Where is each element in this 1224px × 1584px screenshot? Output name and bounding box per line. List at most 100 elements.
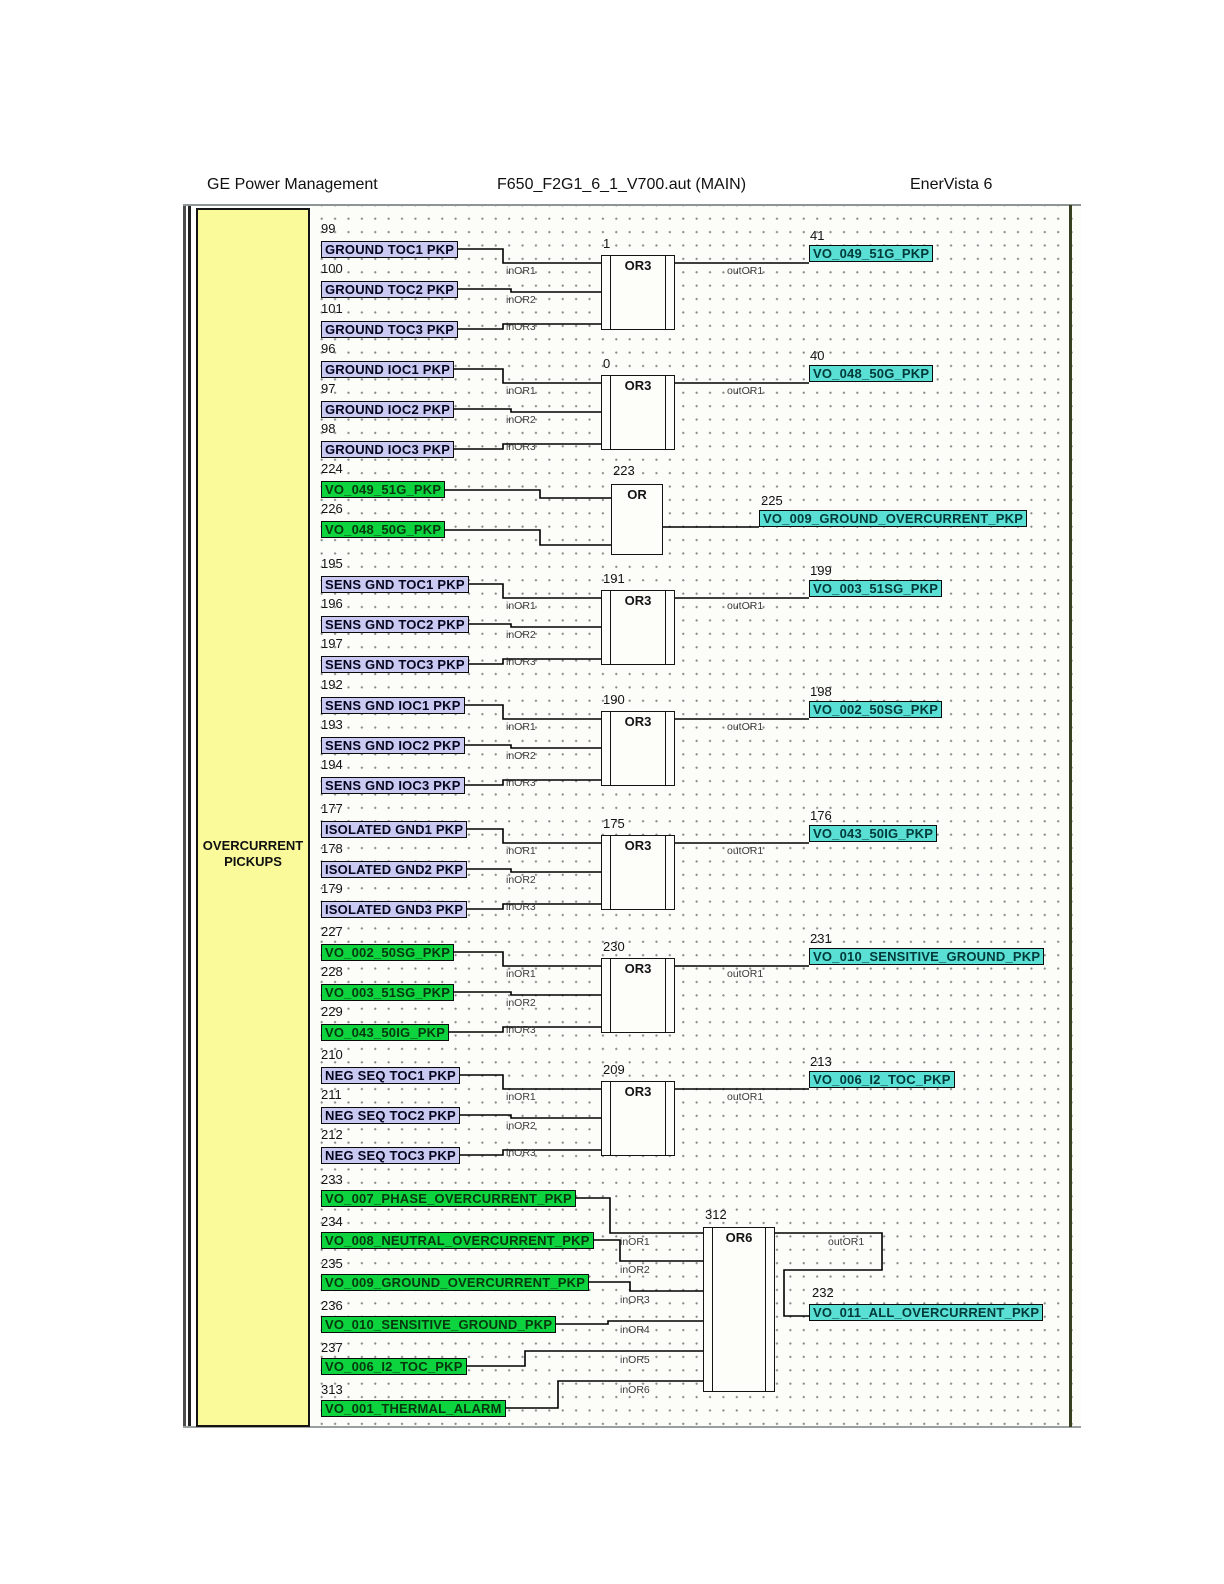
window-edge-bar xyxy=(183,205,186,1427)
logic-gate-or3[interactable]: OR3 xyxy=(601,375,675,450)
group-title-block[interactable]: OVERCURRENT PICKUPS xyxy=(196,208,310,1427)
operand-box[interactable]: VO_002_50SG_PKP xyxy=(809,701,943,718)
operand-box[interactable]: VO_011_ALL_OVERCURRENT_PKP xyxy=(809,1304,1044,1321)
operand-box[interactable]: GROUND IOC1 PKP xyxy=(321,361,455,378)
gate-input-port-label: inOR3 xyxy=(620,1294,650,1306)
operand-box[interactable]: SENS GND TOC3 PKP xyxy=(321,656,469,673)
gate-right-rail xyxy=(765,1228,766,1391)
operand-box[interactable]: VO_048_50G_PKP xyxy=(809,365,934,382)
gate-input-port-label: inOR3 xyxy=(506,321,536,333)
operand-box[interactable]: VO_003_51SG_PKP xyxy=(321,984,455,1001)
operand-number: 229 xyxy=(321,1004,343,1019)
operand-box[interactable]: VO_007_PHASE_OVERCURRENT_PKP xyxy=(321,1190,576,1207)
operand-number: 96 xyxy=(321,341,336,356)
gate-input-port-label: inOR1 xyxy=(506,1091,536,1103)
operand-number: 97 xyxy=(321,381,336,396)
operand-number: 232 xyxy=(812,1285,834,1300)
gate-input-port-label: inOR3 xyxy=(506,441,536,453)
gate-input-port-label: inOR2 xyxy=(506,629,536,641)
operand-box[interactable]: SENS GND IOC1 PKP xyxy=(321,697,465,714)
operand-box[interactable]: NEG SEQ TOC1 PKP xyxy=(321,1067,460,1084)
logic-gate-or3[interactable]: OR3 xyxy=(601,711,675,786)
header-app-title: GE Power Management xyxy=(207,176,378,193)
gate-number: 190 xyxy=(603,692,625,707)
operand-box[interactable]: NEG SEQ TOC2 PKP xyxy=(321,1107,460,1124)
gate-input-port-label: inOR2 xyxy=(506,750,536,762)
operand-number: 228 xyxy=(321,964,343,979)
operand-box[interactable]: NEG SEQ TOC3 PKP xyxy=(321,1147,460,1164)
operand-number: 196 xyxy=(321,596,343,611)
operand-number: 195 xyxy=(321,556,343,571)
gate-left-rail xyxy=(712,1228,713,1391)
operand-box[interactable]: VO_006_I2_TOC_PKP xyxy=(809,1071,955,1088)
operand-box[interactable]: VO_001_THERMAL_ALARM xyxy=(321,1400,506,1417)
operand-box[interactable]: SENS GND IOC2 PKP xyxy=(321,737,465,754)
operand-box[interactable]: ISOLATED GND3 PKP xyxy=(321,901,468,918)
logic-gate-or3[interactable]: OR3 xyxy=(601,255,675,330)
operand-box[interactable]: GROUND TOC1 PKP xyxy=(321,241,459,258)
operand-number: 197 xyxy=(321,636,343,651)
operand-box[interactable]: ISOLATED GND2 PKP xyxy=(321,861,468,878)
operand-box[interactable]: VO_008_NEUTRAL_OVERCURRENT_PKP xyxy=(321,1232,594,1249)
group-title-line2: PICKUPS xyxy=(224,854,282,869)
operand-box[interactable]: SENS GND IOC3 PKP xyxy=(321,777,465,794)
operand-number: 226 xyxy=(321,501,343,516)
logic-gate-or3[interactable]: OR3 xyxy=(601,835,675,910)
gate-type-label: OR3 xyxy=(624,378,652,393)
operand-box[interactable]: VO_002_50SG_PKP xyxy=(321,944,455,961)
operand-number: 211 xyxy=(321,1087,342,1102)
gate-output-port-label: outOR1 xyxy=(727,600,764,612)
operand-number: 199 xyxy=(810,563,832,578)
operand-box[interactable]: GROUND TOC3 PKP xyxy=(321,321,459,338)
gate-type-label: OR3 xyxy=(624,714,652,729)
operand-number: 235 xyxy=(321,1256,343,1271)
group-title-line1: OVERCURRENT xyxy=(202,838,304,853)
operand-box[interactable]: SENS GND TOC1 PKP xyxy=(321,576,469,593)
operand-box[interactable]: VO_043_50IG_PKP xyxy=(809,825,938,842)
gate-type-label: OR3 xyxy=(624,838,652,853)
operand-box[interactable]: GROUND TOC2 PKP xyxy=(321,281,459,298)
gate-type-label: OR xyxy=(627,487,647,502)
operand-box[interactable]: SENS GND TOC2 PKP xyxy=(321,616,469,633)
gate-input-port-label: inOR3 xyxy=(506,656,536,668)
operand-box[interactable]: ISOLATED GND1 PKP xyxy=(321,821,468,838)
operand-box[interactable]: VO_009_GROUND_OVERCURRENT_PKP xyxy=(321,1274,590,1291)
operand-box[interactable]: GROUND IOC2 PKP xyxy=(321,401,455,418)
operand-box[interactable]: GROUND IOC3 PKP xyxy=(321,441,455,458)
gate-type-label: OR3 xyxy=(624,593,652,608)
gate-input-port-label: inOR2 xyxy=(506,1120,536,1132)
gate-output-port-label: outOR1 xyxy=(727,721,764,733)
gate-output-port-label: outOR1 xyxy=(727,385,764,397)
gate-number: 175 xyxy=(603,816,625,831)
operand-box[interactable]: VO_009_GROUND_OVERCURRENT_PKP xyxy=(759,510,1028,527)
operand-box[interactable]: VO_048_50G_PKP xyxy=(321,521,446,538)
operand-number: 176 xyxy=(810,808,832,823)
logic-gate-or6[interactable]: OR6 xyxy=(703,1227,775,1392)
operand-box[interactable]: VO_049_51G_PKP xyxy=(321,481,446,498)
operand-number: 178 xyxy=(321,841,343,856)
operand-number: 233 xyxy=(321,1172,343,1187)
gate-input-port-label: inOR1 xyxy=(506,721,536,733)
operand-box[interactable]: VO_049_51G_PKP xyxy=(809,245,934,262)
gate-input-port-label: inOR2 xyxy=(506,997,536,1009)
gate-input-port-label: inOR2 xyxy=(620,1264,650,1276)
diagram-right-border xyxy=(1069,205,1072,1427)
operand-box[interactable]: VO_006_I2_TOC_PKP xyxy=(321,1358,467,1375)
operand-number: 224 xyxy=(321,461,343,476)
gate-number: 312 xyxy=(705,1207,727,1222)
gate-input-port-label: inOR2 xyxy=(506,414,536,426)
operand-box[interactable]: VO_043_50IG_PKP xyxy=(321,1024,450,1041)
operand-box[interactable]: VO_010_SENSITIVE_GROUND_PKP xyxy=(321,1316,557,1333)
gate-number: 191 xyxy=(603,571,625,586)
logic-gate-or3[interactable]: OR3 xyxy=(601,958,675,1033)
logic-gate-or[interactable]: OR xyxy=(611,484,663,555)
operand-number: 210 xyxy=(321,1047,343,1062)
gate-input-port-label: inOR4 xyxy=(620,1324,650,1336)
gate-output-port-label: outOR1 xyxy=(727,845,764,857)
operand-box[interactable]: VO_010_SENSITIVE_GROUND_PKP xyxy=(809,948,1045,965)
logic-gate-or3[interactable]: OR3 xyxy=(601,590,675,665)
logic-gate-or3[interactable]: OR3 xyxy=(601,1081,675,1156)
operand-box[interactable]: VO_003_51SG_PKP xyxy=(809,580,943,597)
operand-number: 313 xyxy=(321,1382,343,1397)
operand-number: 179 xyxy=(321,881,343,896)
